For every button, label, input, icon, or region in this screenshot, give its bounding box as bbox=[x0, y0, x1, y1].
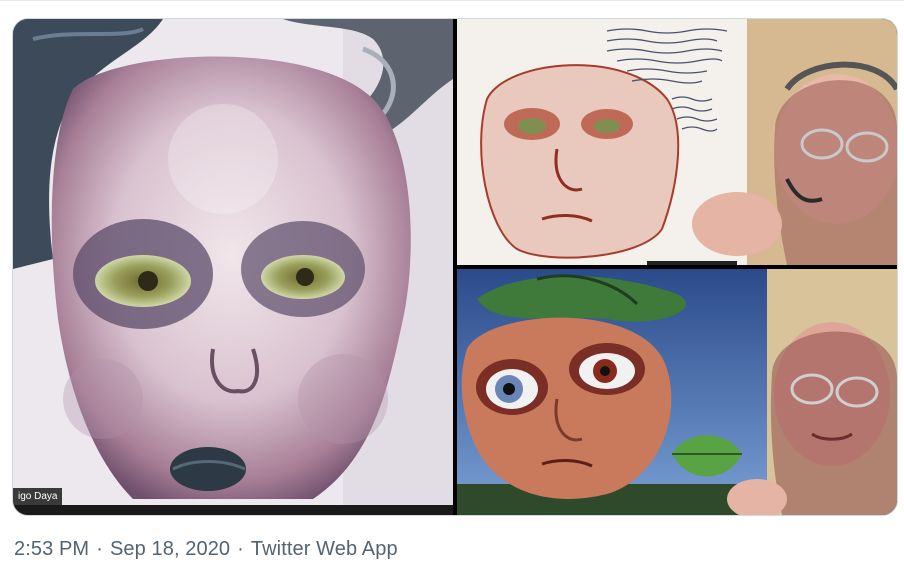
video-tile-artwork-horned-face[interactable]: igo Daya bbox=[13, 19, 453, 515]
video-tile-sketchbook-face[interactable] bbox=[457, 19, 897, 265]
tree-head-painting-image bbox=[457, 269, 897, 515]
meta-separator: · bbox=[96, 538, 103, 560]
artwork-horned-face-image bbox=[13, 19, 453, 515]
tweet-source-link[interactable]: Twitter Web App bbox=[251, 538, 398, 560]
video-tile-tree-head-painting[interactable] bbox=[457, 269, 897, 515]
meta-separator: · bbox=[237, 538, 244, 560]
sketchbook-face-image bbox=[457, 19, 897, 265]
video-control-strip bbox=[13, 505, 453, 515]
participant-name-tag: igo Daya bbox=[13, 488, 63, 505]
tweet-time: 2:53 PM bbox=[14, 538, 90, 560]
tweet-meta: 2:53 PM · Sep 18, 2020 · Twitter Web App bbox=[14, 538, 398, 561]
top-divider bbox=[0, 0, 904, 1]
tweet-date: Sep 18, 2020 bbox=[109, 538, 231, 560]
tweet-media-grid[interactable]: igo Daya bbox=[12, 18, 898, 516]
tweet-timestamp-link[interactable]: 2:53 PM · Sep 18, 2020 bbox=[14, 538, 230, 560]
